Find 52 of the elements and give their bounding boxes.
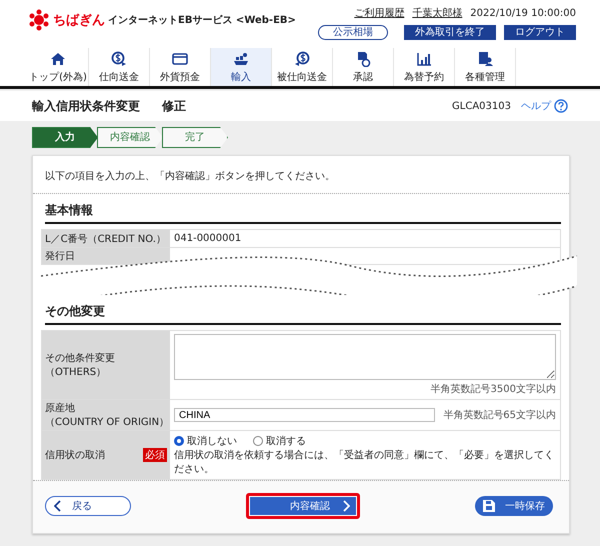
back-button[interactable]: 戻る (45, 496, 131, 516)
bank-logo-text: ちばぎん (53, 12, 105, 29)
document-check-icon (355, 50, 371, 66)
screen-id: GLCA03103 (452, 100, 511, 112)
usage-history-link[interactable]: ご利用履歴 (354, 6, 404, 20)
progress-step: 内容確認 (97, 127, 163, 148)
service-name: インターネットEBサービス <Web-EB> (108, 14, 296, 27)
field-value: 041-0000001 (174, 233, 242, 244)
nav-tab[interactable]: 輸入 (211, 48, 272, 86)
section-heading: 基本情報 (45, 202, 561, 224)
end-forex-button[interactable]: 外為取引を終了 (404, 25, 496, 40)
nav-tab[interactable]: 承認 (333, 48, 394, 86)
nav-tab[interactable]: 仕向送金 (89, 48, 150, 86)
section-heading: その他変更 (45, 303, 561, 325)
progress-step: 完了 (162, 127, 228, 148)
field-label: 原産地 （COUNTRY OF ORIGIN） (45, 402, 170, 429)
input-hint: 半角英数記号65文字以内 (443, 408, 556, 422)
user-name-link[interactable]: 千葉太郎様 (412, 6, 462, 20)
logout-button[interactable]: ログアウト (504, 25, 576, 40)
radio-option[interactable]: 取消する (253, 434, 306, 448)
flower-logo-icon (28, 9, 50, 31)
field-label: その他条件変更 （OTHERS） (45, 352, 116, 379)
help-note: 信用状の取消を依頼する場合には、「受益者の同意」欄にて、「必要」を選択してください。 (174, 448, 555, 476)
nav-tab[interactable]: 各種管理 (455, 48, 516, 86)
person-card-icon (477, 50, 493, 66)
nav-tab[interactable]: 被仕向送金 (272, 48, 333, 86)
progress-step: 入力 (32, 127, 98, 148)
input-hint: 半角英数記号3500文字以内 (430, 382, 556, 396)
nav-tab[interactable]: 為替予約 (394, 48, 455, 86)
radio-option[interactable]: 取消しない (174, 434, 237, 448)
input-field[interactable]: CHINA (174, 408, 436, 422)
field-label: 発行日 (45, 250, 75, 263)
chevron-right-icon (342, 500, 350, 512)
chart-icon (416, 50, 432, 66)
confirm-button[interactable]: 内容確認 (249, 496, 357, 516)
page-title: 輸入信用状条件変更 (32, 98, 140, 114)
text-area[interactable] (174, 334, 556, 380)
nav-tab[interactable]: トップ(外為) (28, 48, 89, 86)
card-icon (172, 50, 188, 66)
instruction-text: 以下の項目を入力の上、「内容確認」ボタンを押してください。 (33, 156, 569, 193)
help-link[interactable]: ヘルプ (521, 99, 568, 113)
field-label: 信用状の取消 (45, 448, 105, 462)
ship-icon (233, 50, 249, 66)
home-icon (50, 50, 66, 66)
page-mode: 修正 (162, 98, 186, 114)
datetime: 2022/10/19 10:00:00 (470, 8, 576, 18)
chevron-left-icon (54, 500, 62, 512)
help-icon (554, 99, 568, 113)
rates-button[interactable]: 公示相場 (318, 25, 388, 40)
field-label: L／C番号（CREDIT NO.） (45, 232, 166, 246)
save-button[interactable]: 一時保存 (475, 496, 553, 516)
required-badge: 必須 (143, 448, 167, 462)
